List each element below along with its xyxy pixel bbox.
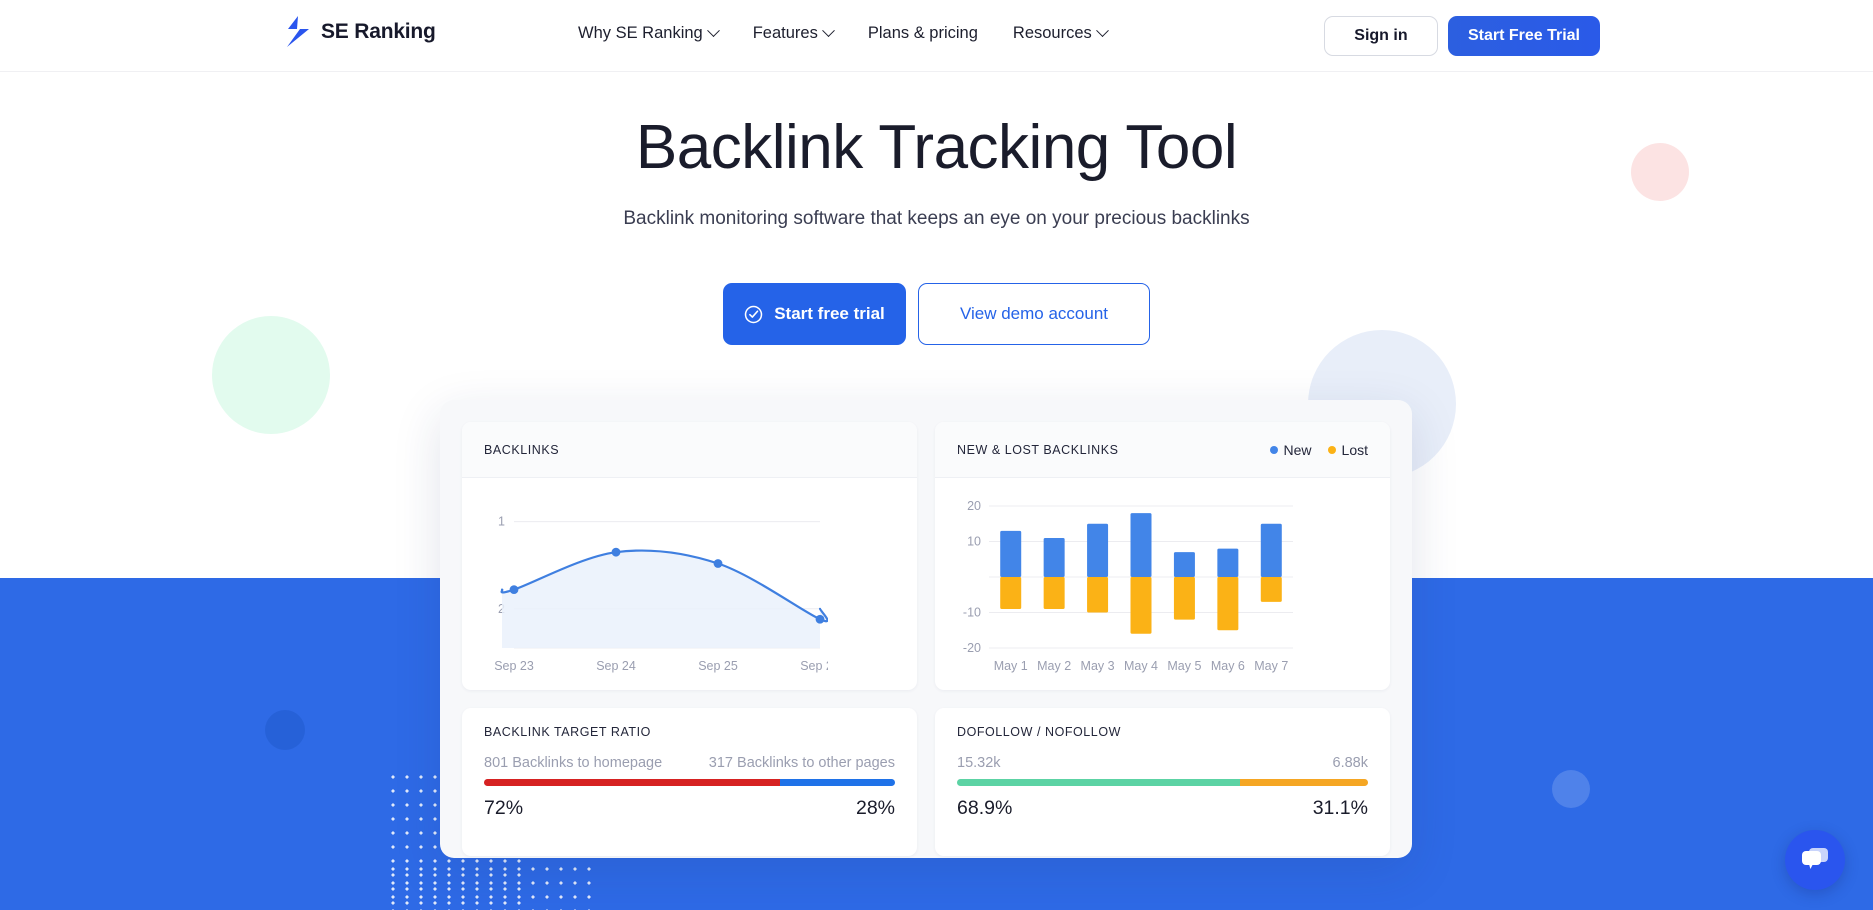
dofollow-left-value: 68.9% bbox=[957, 797, 1013, 819]
svg-text:Sep 26: Sep 26 bbox=[800, 659, 828, 673]
svg-text:May 7: May 7 bbox=[1254, 659, 1288, 673]
nav-label: Plans & pricing bbox=[867, 24, 978, 42]
main-navigation: Why SE Ranking Features Plans & pricing … bbox=[578, 24, 1109, 43]
dofollow-bar-left-segment bbox=[957, 779, 1241, 786]
target-ratio-bar bbox=[484, 779, 895, 786]
nav-item-features[interactable]: Features bbox=[752, 24, 835, 43]
new-lost-chart-body: 20 10 -10 -20 May 1 May 2 May 3 May 4 May 5 May 6… bbox=[935, 478, 1390, 690]
target-ratio-right-value: 28% bbox=[855, 797, 895, 819]
svg-text:1: 1 bbox=[498, 515, 505, 529]
backlink-target-ratio-card: BACKLINK TARGET RATIO 801 Backlinks to h… bbox=[462, 708, 917, 856]
page-title: Backlink Tracking Tool bbox=[635, 113, 1238, 182]
target-ratio-title: BACKLINK TARGET RATIO bbox=[484, 725, 651, 739]
sign-in-button[interactable]: Sign in bbox=[1323, 16, 1438, 56]
nav-label: Why SE Ranking bbox=[578, 24, 703, 42]
legend-dot-new-icon bbox=[1269, 445, 1278, 454]
hero-start-free-trial-button[interactable]: Start free trial bbox=[723, 283, 906, 346]
hero-view-demo-button[interactable]: View demo account bbox=[918, 283, 1150, 346]
new-lost-bar-chart: 20 10 -10 -20 May 1 May 2 May 3 May 4 May 5 May 6… bbox=[963, 499, 1293, 673]
lightning-bolt-icon bbox=[287, 16, 309, 47]
decor-circle-dark-blue bbox=[265, 710, 305, 750]
target-ratio-right-label: 317 Backlinks to other pages bbox=[708, 755, 895, 771]
svg-text:-10: -10 bbox=[963, 606, 981, 620]
chat-widget-button[interactable] bbox=[1785, 830, 1845, 890]
start-free-trial-button[interactable]: Start Free Trial bbox=[1447, 16, 1600, 56]
target-ratio-body: BACKLINK TARGET RATIO 801 Backlinks to h… bbox=[462, 708, 917, 820]
hero-primary-cta-label: Start free trial bbox=[774, 304, 885, 324]
svg-text:May 4: May 4 bbox=[1124, 659, 1158, 673]
new-lost-card-header: NEW & LOST BACKLINKS New Lost bbox=[935, 422, 1390, 478]
target-ratio-values: 72% 28% bbox=[484, 797, 895, 820]
page-root: SE Ranking Why SE Ranking Features Plans… bbox=[0, 0, 1873, 910]
dofollow-right-label: 6.88k bbox=[1332, 755, 1368, 771]
chevron-down-icon bbox=[706, 24, 720, 38]
nav-label: Resources bbox=[1012, 24, 1092, 42]
backlinks-card-header: BACKLINKS bbox=[462, 422, 917, 478]
chevron-down-icon bbox=[821, 24, 835, 38]
check-circle-icon bbox=[744, 305, 763, 323]
dofollow-labels: 15.32k 6.88k bbox=[957, 755, 1368, 771]
header-actions: Sign in Start Free Trial bbox=[1323, 16, 1600, 56]
target-ratio-labels: 801 Backlinks to homepage 317 Backlinks … bbox=[484, 755, 895, 771]
chevron-down-icon bbox=[1095, 24, 1109, 38]
dofollow-values: 68.9% 31.1% bbox=[957, 797, 1368, 820]
svg-text:May 2: May 2 bbox=[1037, 659, 1071, 673]
target-ratio-bar-left-segment bbox=[484, 779, 780, 786]
dofollow-bar bbox=[957, 779, 1368, 786]
site-header: SE Ranking Why SE Ranking Features Plans… bbox=[0, 0, 1873, 72]
dofollow-left-label: 15.32k bbox=[957, 755, 1001, 771]
legend-item-lost[interactable]: Lost bbox=[1327, 441, 1368, 458]
logo[interactable]: SE Ranking bbox=[285, 16, 436, 48]
dofollow-right-value: 31.1% bbox=[1312, 797, 1368, 819]
backlinks-line-chart: 12Sep 23Sep 24Sep 25Sep 26 bbox=[494, 515, 840, 673]
svg-text:20: 20 bbox=[967, 499, 981, 513]
target-ratio-bar-right-segment bbox=[779, 779, 895, 786]
nav-item-why-se-ranking[interactable]: Why SE Ranking bbox=[578, 24, 720, 43]
logo-text: SE Ranking bbox=[321, 20, 436, 43]
svg-text:May 3: May 3 bbox=[1081, 659, 1115, 673]
svg-text:-20: -20 bbox=[963, 641, 981, 655]
svg-text:May 6: May 6 bbox=[1211, 659, 1245, 673]
backlinks-chart-body: 12Sep 23Sep 24Sep 25Sep 26 bbox=[462, 478, 917, 690]
legend-label-new: New bbox=[1283, 441, 1312, 458]
backlinks-card-title: BACKLINKS bbox=[484, 442, 560, 457]
svg-text:May 1: May 1 bbox=[994, 659, 1028, 673]
target-ratio-left-label: 801 Backlinks to homepage bbox=[484, 755, 663, 771]
nav-label: Features bbox=[752, 24, 818, 42]
nav-item-plans-pricing[interactable]: Plans & pricing bbox=[868, 24, 978, 43]
dofollow-bar-right-segment bbox=[1240, 779, 1368, 786]
hero-section: Backlink Tracking Tool Backlink monitori… bbox=[0, 72, 1873, 346]
decor-circle-light-blue bbox=[1552, 770, 1590, 808]
backlinks-card: BACKLINKS 12Sep 23Sep 24Sep 25Sep 26 bbox=[462, 422, 917, 690]
dofollow-nofollow-card: DOFOLLOW / NOFOLLOW 15.32k 6.88k 68.9% 3… bbox=[935, 708, 1390, 856]
dofollow-title: DOFOLLOW / NOFOLLOW bbox=[957, 725, 1121, 739]
legend-label-lost: Lost bbox=[1341, 441, 1368, 458]
svg-text:Sep 24: Sep 24 bbox=[596, 659, 636, 673]
nav-item-resources[interactable]: Resources bbox=[1012, 24, 1109, 43]
chat-bubble-icon bbox=[1802, 848, 1828, 869]
svg-text:Sep 23: Sep 23 bbox=[494, 659, 534, 673]
legend-dot-lost-icon bbox=[1327, 445, 1336, 454]
chart-legend: New Lost bbox=[1269, 441, 1368, 458]
hero-cta-group: Start free trial View demo account bbox=[0, 283, 1873, 346]
dashboard-preview: BACKLINKS 12Sep 23Sep 24Sep 25Sep 26 NEW… bbox=[440, 400, 1412, 858]
target-ratio-left-value: 72% bbox=[484, 797, 524, 819]
legend-item-new[interactable]: New bbox=[1269, 441, 1312, 458]
decor-dot-grid-wide bbox=[386, 862, 596, 910]
svg-text:10: 10 bbox=[967, 535, 981, 549]
svg-text:May 5: May 5 bbox=[1167, 659, 1201, 673]
hero-subtitle: Backlink monitoring software that keeps … bbox=[623, 208, 1250, 230]
svg-text:Sep 25: Sep 25 bbox=[698, 659, 738, 673]
new-lost-backlinks-card: NEW & LOST BACKLINKS New Lost 20 10 -10 -20… bbox=[935, 422, 1390, 690]
new-lost-card-title: NEW & LOST BACKLINKS bbox=[957, 442, 1119, 457]
dofollow-body: DOFOLLOW / NOFOLLOW 15.32k 6.88k 68.9% 3… bbox=[935, 708, 1390, 820]
